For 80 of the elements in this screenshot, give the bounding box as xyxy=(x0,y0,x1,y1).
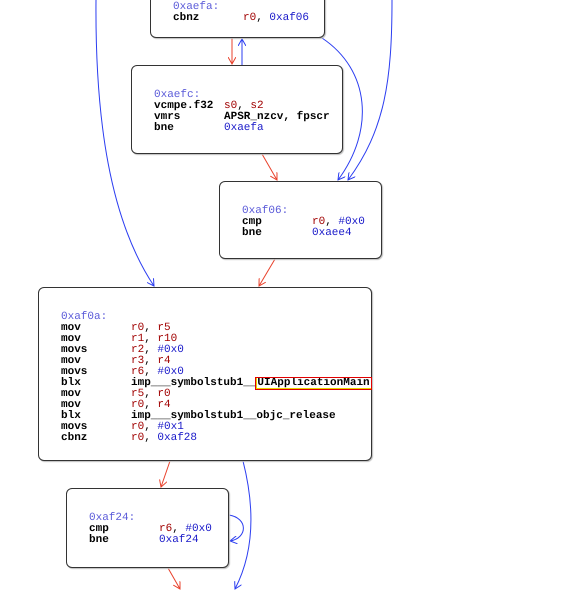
comma: , xyxy=(144,389,152,400)
register-operand: r6 xyxy=(159,524,172,535)
register-operand: r1 xyxy=(131,334,144,345)
mnemonic: mov xyxy=(61,334,82,345)
address-operand: 0xaee4 xyxy=(312,228,352,239)
register-operand: r4 xyxy=(157,400,171,411)
comma: , xyxy=(144,367,151,378)
immediate-operand: #0x0 xyxy=(338,217,365,228)
immediate-operand: #0x0 xyxy=(157,345,184,356)
edge-arrow xyxy=(262,154,278,180)
register-operand: r0 xyxy=(131,433,144,444)
comma: , xyxy=(172,524,179,535)
register-operand: r5 xyxy=(157,323,171,334)
mnemonic: blx xyxy=(61,378,82,389)
comma: , xyxy=(144,323,152,334)
edge-arrow xyxy=(238,38,246,66)
immediate-operand: #0x0 xyxy=(185,524,212,535)
register-operand: s0 xyxy=(224,101,238,112)
register-operand: r0 xyxy=(312,217,326,228)
code-block[interactable]: 0xaefa: cbnz r0, 0xaf06 xyxy=(150,0,325,38)
mnemonic: cbnz xyxy=(173,13,200,24)
comma: , xyxy=(144,433,152,444)
register-operand: s2 xyxy=(250,101,264,112)
mnemonic: bne xyxy=(154,123,175,134)
symbol-operand: imp___symbolstub1__objc_release xyxy=(131,411,336,422)
comma: , xyxy=(144,334,152,345)
edge-arrow xyxy=(228,38,236,64)
register-operand: r10 xyxy=(157,334,178,345)
comma: , xyxy=(237,101,244,112)
block-label: 0xaf24: xyxy=(89,513,136,524)
mnemonic: mov xyxy=(61,400,82,411)
block-label: 0xaf0a: xyxy=(61,312,108,323)
code-block[interactable]: 0xaf06: cmp r0, #0x0 bne 0xaee4 xyxy=(219,181,382,259)
register-operand: r6 xyxy=(131,367,144,378)
register-operand: r5 xyxy=(131,389,144,400)
comma: , xyxy=(144,345,152,356)
code-block[interactable]: 0xaf0a: mov r0, r5 mov r1, r10 movs r2, #0x0 mov r3, r4 movs r6, #0x0 blx imp___symbolstub1__UIApplicationMain mov r5, r0 mov r0, r4 blx imp___symbolstub1__objc_release movs r0, #0x1 cbnz r0, 0xaf28 xyxy=(38,287,372,461)
code-block[interactable]: 0xaf24: cmp r6, #0x0 bne 0xaf24 xyxy=(66,488,229,568)
mnemonic: vmrs xyxy=(154,112,182,123)
address-operand: 0xaf28 xyxy=(157,433,198,444)
register-operand: r2 xyxy=(131,345,144,356)
address-operand: 0xaf24 xyxy=(159,535,199,546)
comma: , xyxy=(144,422,152,433)
mnemonic: movs xyxy=(61,367,88,378)
mnemonic: bne xyxy=(242,228,263,239)
mnemonic: mov xyxy=(61,323,82,334)
register-operand: r4 xyxy=(157,356,171,367)
register-operand: r0 xyxy=(131,400,144,411)
mnemonic: mov xyxy=(61,356,82,367)
edge-arrow xyxy=(168,568,180,590)
block-label: 0xaefa: xyxy=(173,2,220,13)
mnemonic: cmp xyxy=(242,217,263,228)
mnemonic: movs xyxy=(61,422,88,433)
comma: , xyxy=(144,400,151,411)
register-operand: r0 xyxy=(157,389,171,400)
immediate-operand: #0x0 xyxy=(157,367,184,378)
immediate-operand: #0x1 xyxy=(157,422,184,433)
register-operand: r0 xyxy=(243,13,256,24)
address-operand: 0xaefa xyxy=(224,123,264,134)
code-block[interactable]: 0xaefc: vcmpe.f32 s0, s2 vmrs APSR_nzcv, fpscr bne 0xaefa xyxy=(131,65,343,154)
edge-arrow xyxy=(159,460,170,488)
block-label: 0xaf06: xyxy=(242,206,290,217)
mnemonic: cbnz xyxy=(61,433,88,444)
mnemonic: blx xyxy=(61,411,82,422)
symbol-operand: imp___symbolstub1__ xyxy=(131,378,256,389)
comma: , xyxy=(256,13,264,24)
mnemonic: bne xyxy=(89,535,110,546)
mnemonic: mov xyxy=(61,389,82,400)
mnemonic: movs xyxy=(61,345,88,356)
symbol-operand: APSR_nzcv, fpscr xyxy=(224,112,330,123)
mnemonic: vcmpe.f32 xyxy=(154,101,214,112)
register-operand: r3 xyxy=(131,356,144,367)
block-label: 0xaefc: xyxy=(154,90,200,101)
mnemonic: cmp xyxy=(89,524,110,535)
edge-arrow xyxy=(258,258,276,286)
register-operand: r0 xyxy=(131,323,144,334)
register-operand: r0 xyxy=(131,422,144,433)
comma: , xyxy=(325,217,332,228)
address-operand: 0xaf06 xyxy=(269,13,310,24)
comma: , xyxy=(144,356,152,367)
